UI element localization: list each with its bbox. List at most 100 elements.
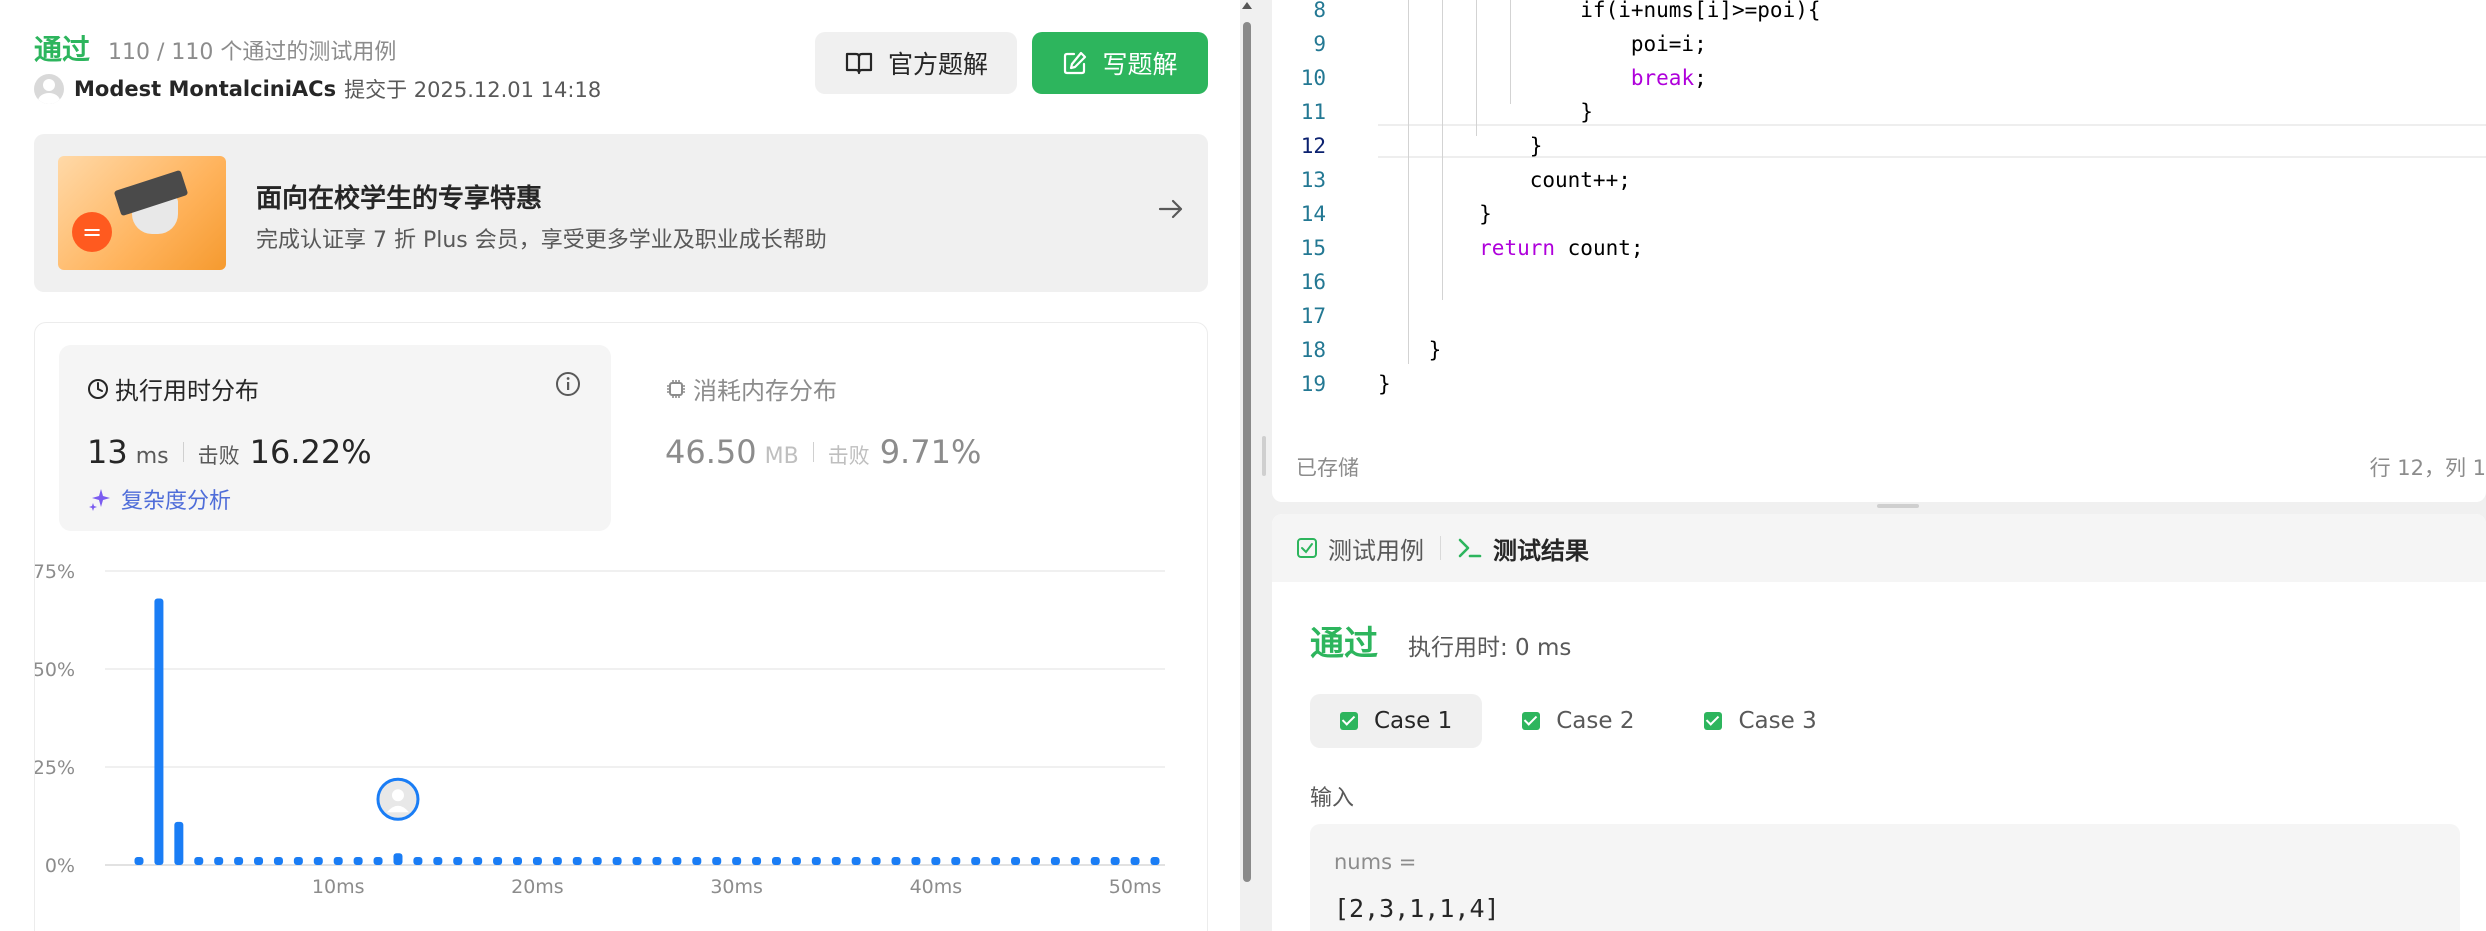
chart-bar[interactable]: [134, 857, 144, 865]
memory-metric: 46.50 MB 击败 9.71%: [665, 433, 981, 471]
chart-bar[interactable]: [991, 857, 1001, 865]
scrollbar-thumb[interactable]: [1243, 22, 1251, 882]
chart-bar[interactable]: [373, 857, 383, 865]
chart-bar[interactable]: [1030, 857, 1040, 865]
chart-bar[interactable]: [552, 857, 562, 865]
code-line[interactable]: }: [1378, 202, 1492, 226]
chart-bar[interactable]: [1090, 857, 1100, 865]
chart-bar[interactable]: [1050, 857, 1060, 865]
chart-bar[interactable]: [692, 857, 702, 865]
chart-bar[interactable]: [931, 857, 941, 865]
chart-bar[interactable]: [752, 857, 762, 865]
user-name[interactable]: Modest MontalciniACs: [74, 77, 336, 101]
tab-testcase[interactable]: 测试用例: [1296, 531, 1424, 566]
case-tab-3[interactable]: Case 3: [1674, 694, 1846, 748]
chart-bar[interactable]: [453, 857, 463, 865]
chart-bar[interactable]: [1130, 857, 1140, 865]
chart-bar[interactable]: [612, 857, 622, 865]
chart-bar[interactable]: [493, 857, 503, 865]
student-promo-banner[interactable]: = 面向在校学生的专享特惠 完成认证享 7 折 Plus 会员，享受更多学业及职…: [34, 134, 1208, 292]
code-line[interactable]: count++;: [1378, 168, 1631, 192]
chart-bar[interactable]: [194, 857, 204, 865]
runtime-value: 13: [87, 433, 128, 471]
code-line[interactable]: poi=i;: [1378, 32, 1707, 56]
result-runtime: 执行用时: 0 ms: [1408, 635, 1572, 661]
chart-bar[interactable]: [313, 857, 323, 865]
runtime-beat-pct: 16.22%: [249, 433, 372, 471]
chart-bar[interactable]: [871, 857, 881, 865]
runtime-metric: 13 ms 击败 16.22%: [87, 433, 372, 471]
my-submission-avatar[interactable]: [376, 777, 420, 821]
info-icon[interactable]: [555, 371, 581, 401]
code-line[interactable]: }: [1378, 338, 1442, 362]
avatar[interactable]: [34, 74, 64, 104]
chart-bar[interactable]: [851, 857, 861, 865]
edit-icon: [1062, 50, 1088, 76]
chart-bar[interactable]: [1150, 857, 1160, 865]
scroll-up-icon[interactable]: [1242, 2, 1252, 9]
clock-icon: [87, 378, 109, 400]
complexity-analysis-link[interactable]: 复杂度分析: [87, 483, 231, 515]
chart-bar[interactable]: [413, 857, 423, 865]
chart-bar[interactable]: [154, 598, 164, 865]
case-tab-1[interactable]: Case 1: [1310, 694, 1483, 748]
chart-bar[interactable]: [393, 853, 403, 865]
cursor-position: 行 12，列 1: [2369, 456, 2486, 480]
official-solution-button[interactable]: 官方题解: [815, 32, 1017, 94]
check-icon: [1704, 712, 1723, 730]
chart-bar[interactable]: [891, 857, 901, 865]
chart-bar[interactable]: [732, 857, 742, 865]
chart-bar[interactable]: [1110, 857, 1120, 865]
chart-bar[interactable]: [592, 857, 602, 865]
chart-bar[interactable]: [1070, 857, 1080, 865]
line-number: 8: [1313, 0, 1326, 22]
code-line[interactable]: }: [1378, 100, 1593, 124]
chart-bar[interactable]: [791, 857, 801, 865]
chart-bar[interactable]: [672, 857, 682, 865]
case-tab-2[interactable]: Case 2: [1492, 694, 1664, 748]
runtime-distribution-tab[interactable]: 执行用时分布 13 ms 击败 16.22% 复杂度分析: [59, 345, 611, 531]
chart-bar[interactable]: [831, 857, 841, 865]
chart-bar[interactable]: [532, 857, 542, 865]
write-solution-button[interactable]: 写题解: [1032, 32, 1208, 94]
chart-bar[interactable]: [293, 857, 303, 865]
panel-resize-handle[interactable]: [1262, 436, 1266, 476]
chart-bar[interactable]: [1011, 857, 1021, 865]
chart-bar[interactable]: [273, 857, 283, 865]
code-line[interactable]: return count;: [1378, 236, 1643, 260]
chart-bar[interactable]: [652, 857, 662, 865]
tab-test-result[interactable]: 测试结果: [1457, 531, 1589, 566]
line-number: 14: [1300, 202, 1326, 226]
chart-bar[interactable]: [513, 857, 523, 865]
chart-bar[interactable]: [771, 857, 781, 865]
chart-bar[interactable]: [234, 857, 244, 865]
chart-bar[interactable]: [473, 857, 483, 865]
memory-distribution-tab[interactable]: 消耗内存分布 46.50 MB 击败 9.71%: [665, 345, 1165, 531]
chart-bar[interactable]: [712, 857, 722, 865]
line-number: 11: [1300, 100, 1326, 124]
chart-bar[interactable]: [254, 857, 264, 865]
chart-bar[interactable]: [174, 821, 184, 865]
chart-bar[interactable]: [333, 857, 343, 865]
check-icon: [1522, 712, 1541, 730]
horizontal-resize-handle[interactable]: [1877, 504, 1919, 508]
chart-bar[interactable]: [971, 857, 981, 865]
chart-bar[interactable]: [911, 857, 921, 865]
y-tick-label: 0%: [45, 855, 75, 877]
chart-bar[interactable]: [572, 857, 582, 865]
input-param-value[interactable]: [2,3,1,1,4]: [1334, 894, 1500, 923]
runtime-distribution-chart: 75% 50% 25% 0% 10ms 20ms 30ms 40ms 50ms: [33, 543, 1209, 931]
chart-bar[interactable]: [433, 857, 443, 865]
line-number: 19: [1300, 372, 1326, 396]
cases-summary: 110 / 110 个通过的测试用例: [108, 40, 397, 65]
chart-bar[interactable]: [214, 857, 224, 865]
chart-bar[interactable]: [632, 857, 642, 865]
chart-bar[interactable]: [353, 857, 363, 865]
code-line[interactable]: }: [1378, 134, 1543, 158]
code-editor[interactable]: 8 9 10 11 12 13 14 15 16 17 18 19 if(i+nums[i]>=poi…: [1272, 0, 2486, 502]
code-line[interactable]: if(i+nums[i]>=poi){: [1378, 0, 1820, 22]
code-line[interactable]: }: [1378, 372, 1391, 396]
code-line[interactable]: break;: [1378, 66, 1707, 90]
chart-bar[interactable]: [951, 857, 961, 865]
chart-bar[interactable]: [811, 857, 821, 865]
